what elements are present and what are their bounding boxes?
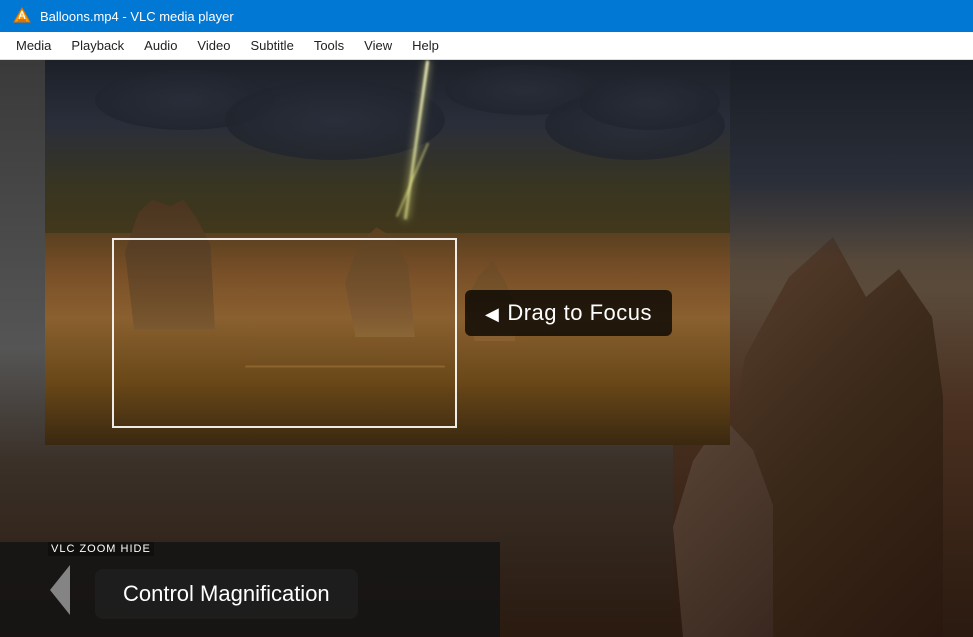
chevron-left-icon	[50, 565, 70, 615]
menu-media[interactable]: Media	[8, 36, 59, 55]
control-magnification-tooltip: Control Magnification	[95, 569, 358, 619]
menu-view[interactable]: View	[356, 36, 400, 55]
menu-subtitle[interactable]: Subtitle	[242, 36, 301, 55]
menu-help[interactable]: Help	[404, 36, 447, 55]
zoom-hide-label: VLC ZOOM HIDE	[48, 542, 154, 556]
menu-bar: Media Playback Audio Video Subtitle Tool…	[0, 32, 973, 60]
window-title: Balloons.mp4 - VLC media player	[40, 9, 234, 24]
menu-playback[interactable]: Playback	[63, 36, 132, 55]
cloud-2	[225, 80, 445, 160]
drag-to-focus-tooltip: Drag to Focus	[465, 290, 672, 336]
menu-audio[interactable]: Audio	[136, 36, 185, 55]
zoom-selection-box[interactable]	[112, 238, 457, 428]
bottom-chevron	[45, 542, 75, 637]
menu-video[interactable]: Video	[189, 36, 238, 55]
vlc-cone-icon	[12, 6, 32, 26]
sky-right	[693, 60, 973, 260]
menu-tools[interactable]: Tools	[306, 36, 352, 55]
cloud-5	[580, 75, 720, 130]
main-content: Drag to Focus VLC ZOOM HIDE Control Magn…	[0, 60, 973, 637]
title-bar: Balloons.mp4 - VLC media player	[0, 0, 973, 32]
